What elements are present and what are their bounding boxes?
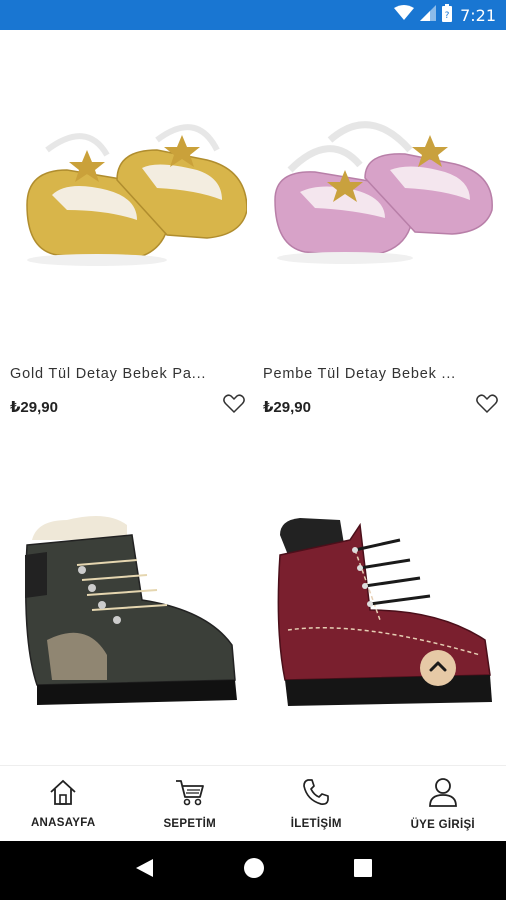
product-card[interactable]: Gold Tül Detay Bebek Pa... ₺29,90 — [0, 50, 253, 416]
product-image[interactable] — [253, 450, 506, 750]
product-image[interactable] — [0, 450, 253, 750]
nav-home-label: ANASAYFA — [30, 817, 96, 829]
status-bar: ? 7:21 — [0, 0, 506, 30]
nav-contact[interactable]: İLETİŞİM — [253, 766, 380, 841]
product-card[interactable]: Pembe Tül Detay Bebek ... ₺29,90 — [253, 50, 506, 416]
home-circle-icon[interactable] — [242, 856, 266, 885]
product-price: ₺29,90 — [10, 399, 58, 416]
scroll-top-button[interactable] — [420, 650, 456, 686]
phone-icon — [301, 777, 331, 818]
clock: 7:21 — [460, 5, 496, 25]
nav-login[interactable]: ÜYE GİRİŞİ — [380, 766, 506, 841]
nav-cart-label: SEPETİM — [163, 818, 217, 830]
svg-text:?: ? — [445, 11, 450, 21]
cart-icon — [174, 777, 206, 818]
wifi-icon — [394, 4, 415, 26]
system-navigation-bar — [0, 841, 506, 900]
user-icon — [427, 776, 459, 819]
product-card[interactable] — [253, 450, 506, 750]
chevron-up-icon — [429, 659, 447, 677]
nav-contact-label: İLETİŞİM — [290, 818, 342, 830]
heart-icon[interactable] — [223, 394, 245, 414]
back-icon[interactable] — [133, 857, 155, 884]
battery-icon: ? — [442, 3, 453, 27]
product-price: ₺29,90 — [263, 399, 311, 416]
bottom-navigation: ANASAYFA SEPETİM İLETİŞİM ÜYE GİRİŞİ — [0, 765, 506, 841]
signal-icon — [420, 4, 437, 26]
recents-icon[interactable] — [353, 858, 373, 883]
nav-login-label: ÜYE GİRİŞİ — [410, 819, 475, 831]
heart-icon[interactable] — [476, 394, 498, 414]
product-grid[interactable]: Gold Tül Detay Bebek Pa... ₺29,90 Pembe … — [0, 30, 506, 765]
product-name[interactable]: Gold Tül Detay Bebek Pa... — [10, 366, 230, 382]
product-image[interactable] — [253, 50, 506, 350]
nav-home[interactable]: ANASAYFA — [0, 766, 127, 841]
home-icon — [48, 778, 78, 817]
product-name[interactable]: Pembe Tül Detay Bebek ... — [263, 366, 483, 382]
nav-cart[interactable]: SEPETİM — [127, 766, 254, 841]
product-card[interactable] — [0, 450, 253, 750]
product-image[interactable] — [0, 50, 253, 350]
